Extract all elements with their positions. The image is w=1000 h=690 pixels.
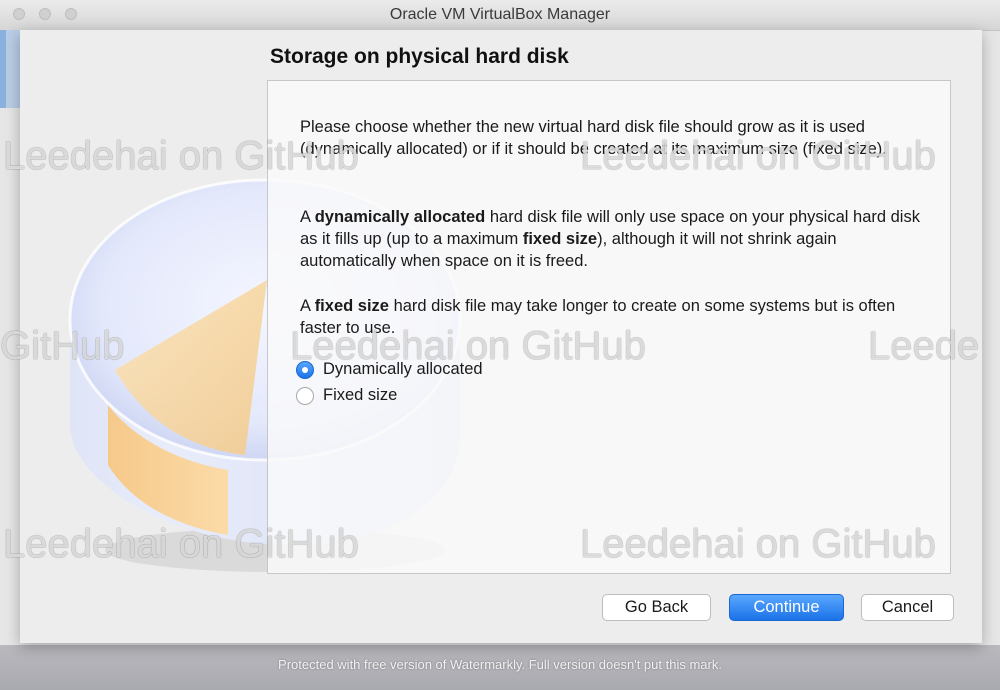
wizard-heading: Storage on physical hard disk — [270, 45, 569, 68]
background-list-selection — [0, 30, 20, 108]
fixed-description-paragraph: A fixed size hard disk file may take lon… — [300, 297, 896, 337]
dynamic-description-paragraph: A dynamically allocated hard disk file w… — [300, 208, 920, 270]
radio-unselected-icon[interactable] — [296, 386, 314, 405]
window-title: Oracle VM VirtualBox Manager — [389, 6, 611, 23]
virtualbox-window: Oracle VM VirtualBox Manager Storage on … — [0, 0, 1000, 645]
title-bar: Oracle VM VirtualBox Manager — [0, 0, 1000, 31]
radio-fixed-size[interactable]: Fixed size — [296, 386, 397, 405]
radio-selected-icon[interactable] — [296, 360, 314, 379]
radio-dynamically-allocated[interactable]: Dynamically allocated — [296, 360, 483, 379]
cancel-button[interactable]: Cancel — [861, 594, 954, 621]
new-vm-wizard-sheet: Storage on physical hard disk Please cho… — [20, 30, 982, 643]
radio-label-fixed: Fixed size — [323, 386, 398, 404]
watermark-banner: Protected with free version of Watermark… — [278, 657, 722, 672]
intro-paragraph: Please choose whether the new virtual ha… — [300, 118, 887, 158]
continue-button[interactable]: Continue — [729, 594, 844, 621]
radio-label-dynamic: Dynamically allocated — [323, 360, 483, 378]
wizard-content-panel: Please choose whether the new virtual ha… — [267, 80, 951, 574]
go-back-button[interactable]: Go Back — [602, 594, 711, 621]
